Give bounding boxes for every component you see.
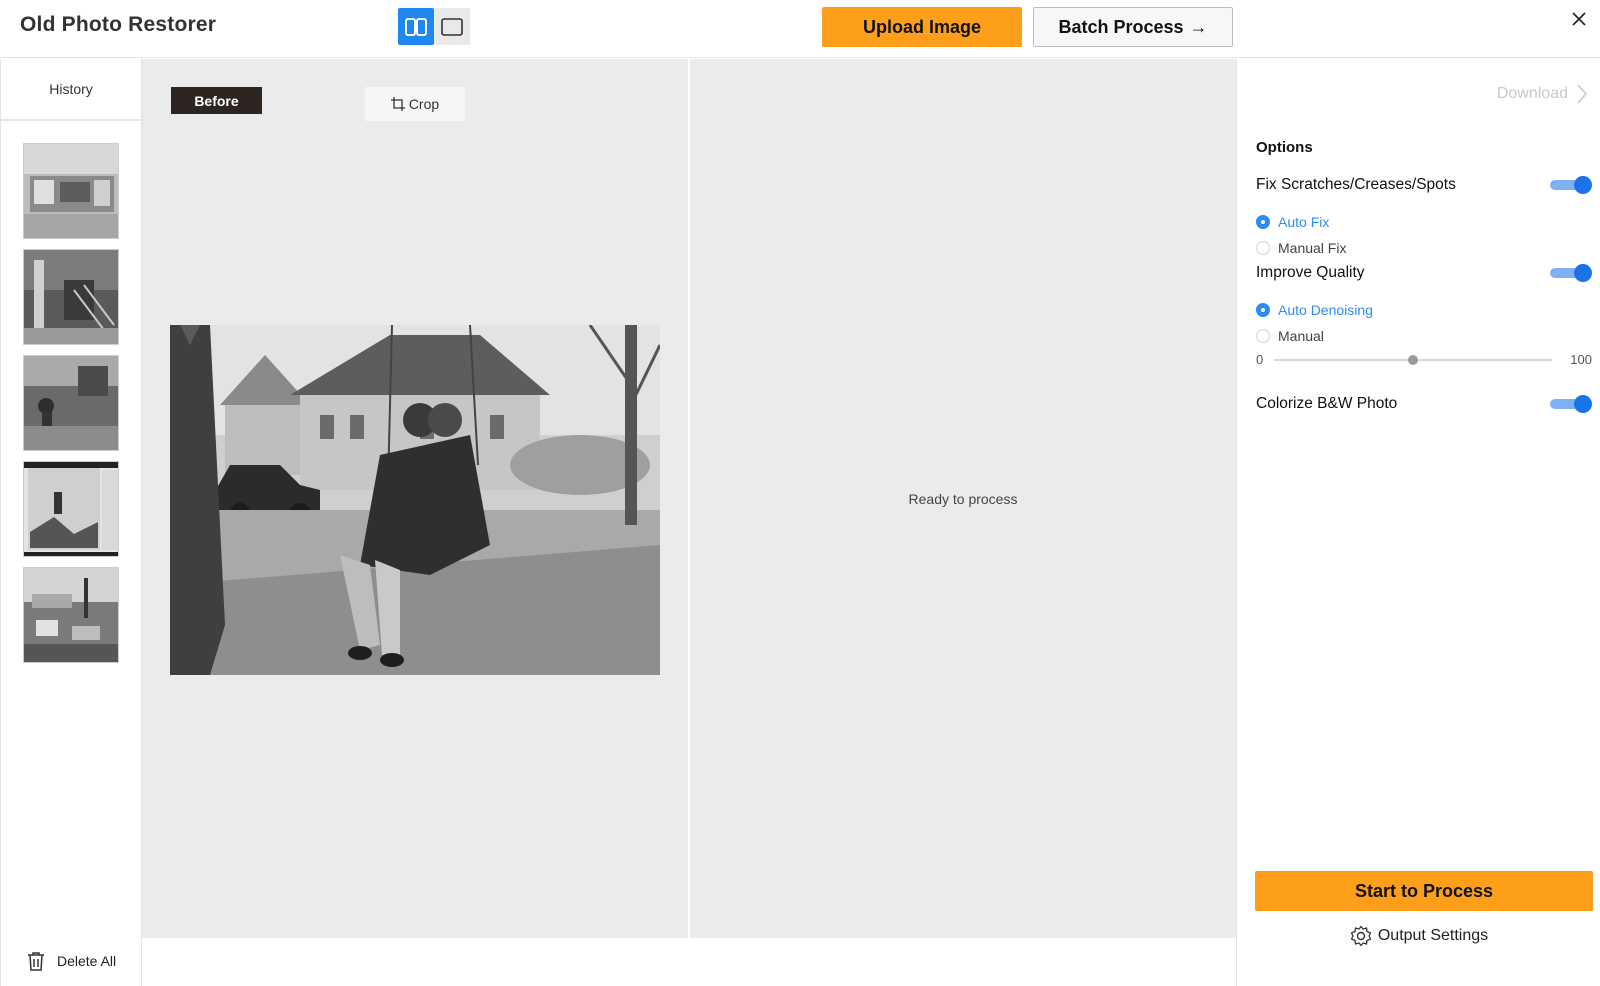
start-process-button[interactable]: Start to Process: [1255, 871, 1593, 911]
crop-label: Crop: [408, 96, 440, 112]
top-bar: Old Photo Restorer Upload Image Batch Pr…: [0, 0, 1600, 58]
improve-quality-toggle[interactable]: [1550, 262, 1592, 284]
denoise-slider-thumb[interactable]: [1408, 355, 1418, 365]
auto-fix-label: Auto Fix: [1278, 214, 1330, 230]
batch-process-label: Batch Process: [1058, 16, 1184, 37]
uploaded-photo: [170, 325, 660, 675]
auto-denoising-radio[interactable]: Auto Denoising: [1256, 302, 1373, 318]
improve-quality-label: Improve Quality: [1256, 264, 1365, 281]
gear-icon: [1350, 925, 1371, 947]
download-button[interactable]: Download: [1497, 83, 1588, 105]
close-icon: [1572, 12, 1586, 26]
delete-all-button[interactable]: Delete All: [25, 950, 116, 972]
history-tab[interactable]: History: [1, 59, 141, 121]
before-badge: Before: [171, 87, 262, 114]
canvas-footer: [142, 938, 1236, 986]
trash-icon: [28, 952, 44, 971]
crop-icon: [390, 97, 405, 111]
close-button[interactable]: [1566, 6, 1592, 32]
radio-unchecked-icon: [1256, 241, 1270, 255]
batch-process-button[interactable]: Batch Process →: [1033, 7, 1233, 47]
denoise-slider: 0 100: [1256, 352, 1592, 368]
slider-min-label: 0: [1256, 352, 1264, 367]
history-thumbnail-2[interactable]: [23, 249, 119, 345]
output-settings-label: Output Settings: [1377, 927, 1489, 944]
crop-button[interactable]: Crop: [365, 87, 465, 121]
arrow-right-icon: →: [1189, 16, 1208, 37]
fix-scratches-row: Fix Scratches/Creases/Spots: [1256, 174, 1592, 196]
split-view-icon: [405, 17, 427, 36]
before-pane: Before Crop: [142, 59, 688, 938]
split-view-button[interactable]: [398, 8, 434, 45]
manual-denoising-label: Manual: [1278, 328, 1324, 344]
radio-unchecked-icon: [1256, 329, 1270, 343]
colorize-toggle[interactable]: [1550, 393, 1592, 415]
options-panel: Download Options Fix Scratches/Creases/S…: [1236, 59, 1600, 986]
radio-checked-icon: [1256, 303, 1270, 317]
history-thumbnail-3[interactable]: [23, 355, 119, 451]
fix-scratches-toggle[interactable]: [1550, 174, 1592, 196]
process-status: Ready to process: [908, 491, 1018, 507]
chevron-right-icon: [1577, 84, 1588, 104]
slider-max-label: 100: [1570, 352, 1592, 367]
delete-all-label: Delete All: [57, 953, 117, 969]
history-thumbnail-1[interactable]: [23, 143, 119, 239]
auto-fix-radio[interactable]: Auto Fix: [1256, 214, 1329, 230]
upload-image-button[interactable]: Upload Image: [822, 7, 1022, 47]
denoise-slider-track[interactable]: [1274, 355, 1552, 365]
manual-fix-radio[interactable]: Manual Fix: [1256, 240, 1346, 256]
single-view-icon: [441, 17, 463, 36]
history-thumbnail-4[interactable]: [23, 461, 119, 557]
radio-checked-icon: [1256, 215, 1270, 229]
download-label: Download: [1496, 85, 1568, 102]
view-mode-toggle: [398, 8, 470, 45]
history-sidebar: History Delete All: [0, 59, 142, 986]
after-pane: Ready to process: [690, 59, 1236, 938]
improve-quality-row: Improve Quality: [1256, 262, 1592, 284]
output-settings-button[interactable]: Output Settings: [1237, 925, 1600, 947]
manual-fix-label: Manual Fix: [1278, 240, 1347, 256]
single-view-button[interactable]: [434, 8, 470, 45]
manual-denoising-radio[interactable]: Manual: [1256, 328, 1324, 344]
colorize-label: Colorize B&W Photo: [1256, 395, 1398, 412]
history-thumbnail-5[interactable]: [23, 567, 119, 663]
options-title: Options: [1256, 139, 1313, 156]
auto-denoising-label: Auto Denoising: [1278, 302, 1373, 318]
colorize-row: Colorize B&W Photo: [1256, 393, 1592, 415]
fix-scratches-label: Fix Scratches/Creases/Spots: [1256, 176, 1456, 193]
app-title: Old Photo Restorer: [20, 13, 217, 36]
history-thumbnail-list: [1, 121, 141, 663]
